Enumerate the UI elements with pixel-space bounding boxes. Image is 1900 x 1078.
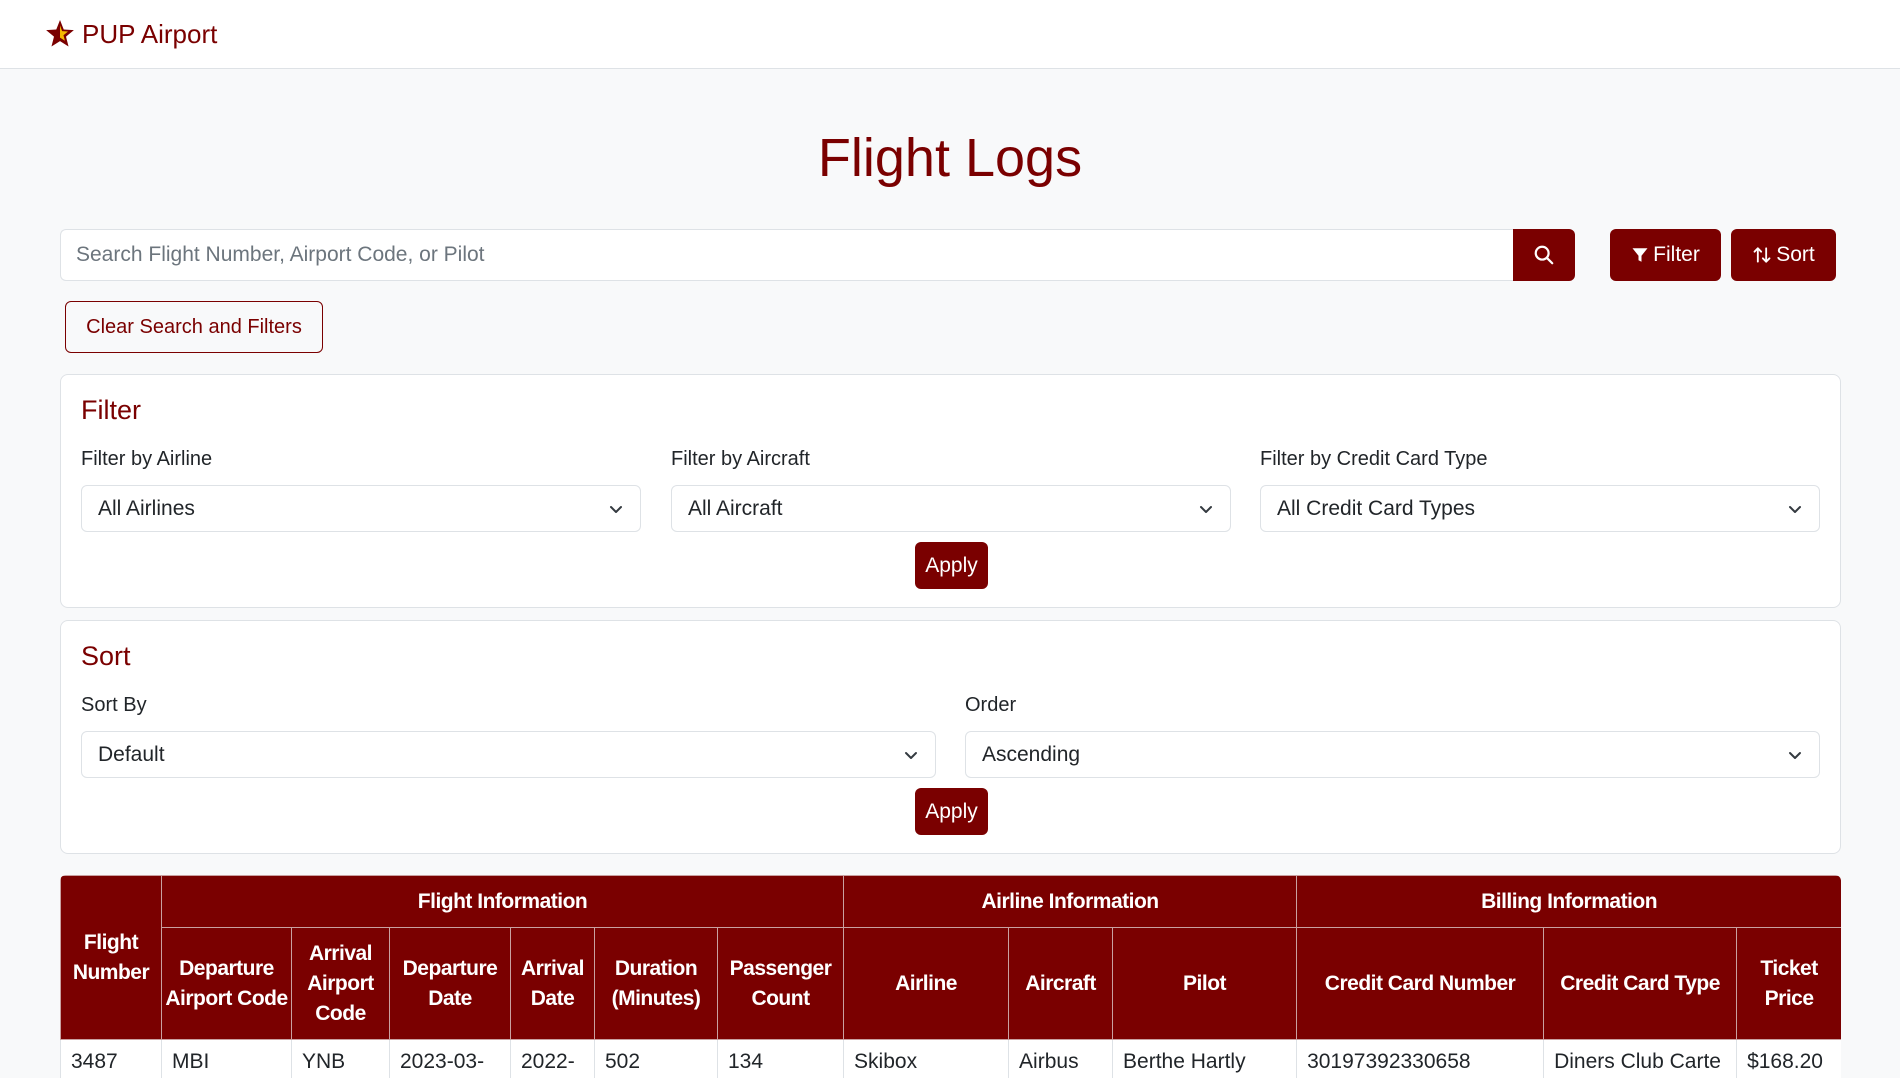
page-title: Flight Logs: [817, 128, 1083, 188]
col-airline[interactable]: Airline: [843, 927, 1010, 1040]
col-flight-number[interactable]: Flight Number: [60, 875, 162, 1040]
col-credit-card-number[interactable]: Credit Card Number: [1296, 927, 1545, 1040]
card-type-filter-select[interactable]: All Credit Card Types: [1260, 485, 1820, 532]
cell-arrival-date: 2022-: [510, 1039, 595, 1078]
chevron-down-icon: [1200, 505, 1212, 513]
sort-apply-button[interactable]: Apply: [915, 788, 988, 835]
star-icon: [46, 20, 74, 47]
col-departure-airport-code[interactable]: Departure Airport Code: [161, 927, 292, 1040]
chevron-down-icon: [1789, 751, 1801, 759]
cell-credit-card-type: Diners Club Carte: [1543, 1039, 1738, 1078]
order-label: Order: [965, 694, 1017, 716]
cell-flight-number: 3487: [60, 1039, 162, 1078]
airline-filter-select[interactable]: All Airlines: [81, 485, 641, 532]
aircraft-filter-label: Filter by Aircraft: [671, 448, 810, 470]
flight-logs-table-container: Flight Number Flight Information Airline…: [60, 875, 1841, 1078]
card-type-filter-value: All Credit Card Types: [1277, 496, 1476, 520]
sort-button[interactable]: Sort: [1731, 229, 1836, 281]
airline-filter-value: All Airlines: [98, 496, 195, 520]
sort-panel: Sort Sort By Default Order Ascending App…: [60, 620, 1841, 854]
filter-panel: Filter Filter by Airline All Airlines Fi…: [60, 374, 1841, 608]
card-type-filter-label: Filter by Credit Card Type: [1260, 448, 1488, 470]
chevron-down-icon: [610, 505, 622, 513]
aircraft-filter-select[interactable]: All Aircraft: [671, 485, 1231, 532]
search-icon: [1534, 245, 1554, 265]
table-row[interactable]: 3487 MBI YNB 2023-03- 2022- 502 134 Skib…: [60, 1039, 1841, 1078]
search-button[interactable]: [1513, 229, 1575, 281]
col-ticket-price[interactable]: Ticket Price: [1736, 927, 1841, 1040]
sort-panel-title: Sort: [81, 641, 131, 671]
sort-button-label: Sort: [1776, 243, 1815, 266]
table-column-header-row: Departure Airport Code Arrival Airport C…: [61, 927, 1841, 1040]
cell-ticket-price: $168.20: [1736, 1039, 1841, 1078]
filter-button-label: Filter: [1653, 243, 1700, 266]
sort-by-value: Default: [98, 742, 165, 766]
cell-duration: 502: [594, 1039, 718, 1078]
col-pilot[interactable]: Pilot: [1112, 927, 1298, 1040]
brand-name: PUP Airport: [82, 18, 218, 49]
flight-logs-table: Flight Number Flight Information Airline…: [60, 875, 1841, 1078]
order-select[interactable]: Ascending: [965, 731, 1820, 778]
funnel-icon: [1632, 248, 1648, 262]
filter-button[interactable]: Filter: [1610, 229, 1721, 281]
col-aircraft[interactable]: Aircraft: [1008, 927, 1114, 1040]
chevron-down-icon: [905, 751, 917, 759]
group-billing-information: Billing Information: [1296, 875, 1841, 928]
col-credit-card-type[interactable]: Credit Card Type: [1543, 927, 1738, 1040]
sort-arrows-icon: [1753, 247, 1771, 263]
navbar: PUP Airport: [0, 0, 1900, 69]
filter-apply-button[interactable]: Apply: [915, 542, 988, 589]
cell-airline: Skibox: [843, 1039, 1010, 1078]
cell-passenger-count: 134: [716, 1039, 845, 1078]
cell-pilot: Berthe Hartly: [1112, 1039, 1298, 1078]
clear-search-filters-button[interactable]: Clear Search and Filters: [65, 301, 323, 353]
sort-by-select[interactable]: Default: [81, 731, 936, 778]
cell-aircraft: Airbus: [1008, 1039, 1114, 1078]
cell-departure-airport: MBI: [161, 1039, 292, 1078]
aircraft-filter-value: All Aircraft: [688, 496, 783, 520]
cell-credit-card-number: 30197392330658: [1296, 1039, 1545, 1078]
col-passenger-count[interactable]: Passenger Count: [716, 927, 845, 1040]
col-arrival-airport-code[interactable]: Arrival Airport Code: [291, 927, 390, 1040]
group-airline-information: Airline Information: [843, 875, 1298, 928]
order-value: Ascending: [982, 742, 1081, 766]
chevron-down-icon: [1789, 505, 1801, 513]
table-group-header-row: Flight Number Flight Information Airline…: [60, 875, 1841, 1040]
col-duration[interactable]: Duration (Minutes): [594, 927, 718, 1040]
cell-departure-date: 2023-03-: [389, 1039, 511, 1078]
col-departure-date[interactable]: Departure Date: [389, 927, 511, 1040]
group-flight-information: Flight Information: [160, 875, 845, 928]
airline-filter-label: Filter by Airline: [81, 448, 213, 470]
sort-by-label: Sort By: [81, 694, 147, 716]
col-arrival-date[interactable]: Arrival Date: [510, 927, 595, 1040]
filter-panel-title: Filter: [81, 395, 141, 425]
search-bar: [60, 229, 1575, 281]
brand-link[interactable]: PUP Airport: [44, 18, 217, 50]
cell-arrival-airport: YNB: [291, 1039, 390, 1078]
search-input[interactable]: [60, 229, 1513, 281]
